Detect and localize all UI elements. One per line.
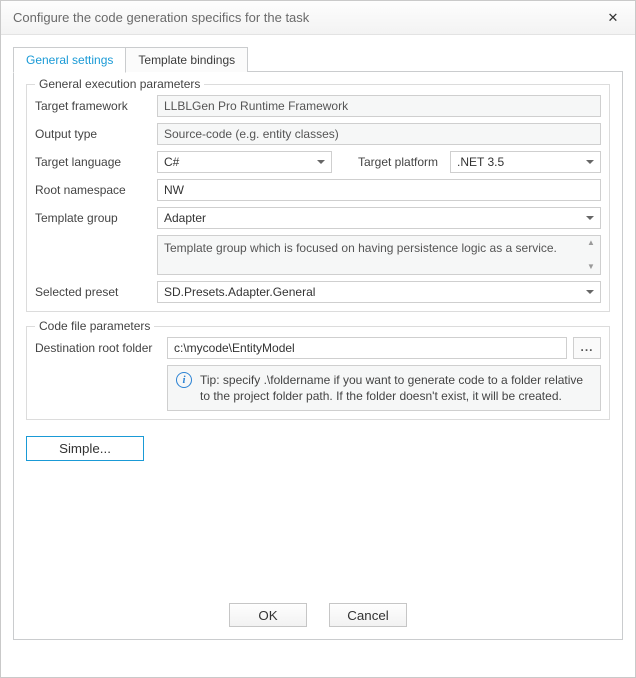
simple-button[interactable]: Simple... [26, 436, 144, 461]
label-target-platform: Target platform [338, 155, 444, 169]
target-language-dropdown[interactable]: C# [157, 151, 332, 173]
template-group-value: Adapter [164, 211, 582, 225]
tip-box: i Tip: specify .\foldername if you want … [167, 365, 601, 411]
label-selected-preset: Selected preset [35, 285, 157, 299]
tab-template-bindings[interactable]: Template bindings [125, 47, 248, 72]
label-destination-folder: Destination root folder [35, 341, 167, 355]
label-template-group: Template group [35, 211, 157, 225]
group-legend-exec: General execution parameters [35, 77, 204, 91]
browse-button[interactable]: ... [573, 337, 601, 359]
title-bar: Configure the code generation specifics … [1, 1, 635, 35]
dialog-footer: OK Cancel [14, 603, 622, 627]
destination-folder-input[interactable]: c:\mycode\EntityModel [167, 337, 567, 359]
chevron-up-icon: ▲ [587, 239, 595, 247]
root-namespace-input[interactable]: NW [157, 179, 601, 201]
tab-panel: General execution parameters Target fram… [13, 72, 623, 640]
template-group-description: Template group which is focused on havin… [157, 235, 601, 275]
group-legend-file: Code file parameters [35, 319, 154, 333]
target-language-value: C# [164, 155, 313, 169]
output-type-field: Source-code (e.g. entity classes) [157, 123, 601, 145]
chevron-down-icon: ▼ [587, 263, 595, 271]
target-platform-value: .NET 3.5 [457, 155, 582, 169]
selected-preset-dropdown[interactable]: SD.Presets.Adapter.General [157, 281, 601, 303]
ok-button[interactable]: OK [229, 603, 307, 627]
template-group-dropdown[interactable]: Adapter [157, 207, 601, 229]
info-icon: i [176, 372, 192, 388]
cancel-button[interactable]: Cancel [329, 603, 407, 627]
tip-text: Tip: specify .\foldername if you want to… [200, 372, 592, 404]
tab-bar: General settings Template bindings [13, 45, 623, 72]
label-target-framework: Target framework [35, 99, 157, 113]
label-target-language: Target language [35, 155, 157, 169]
target-platform-dropdown[interactable]: .NET 3.5 [450, 151, 601, 173]
tab-general-settings[interactable]: General settings [13, 47, 126, 73]
close-icon[interactable]: ✕ [601, 10, 625, 26]
label-root-namespace: Root namespace [35, 183, 157, 197]
window-title: Configure the code generation specifics … [13, 10, 601, 25]
template-group-description-text: Template group which is focused on havin… [164, 241, 557, 255]
label-output-type: Output type [35, 127, 157, 141]
scroll-indicator[interactable]: ▲▼ [585, 239, 597, 271]
group-general-execution: General execution parameters Target fram… [26, 84, 610, 312]
target-framework-field: LLBLGen Pro Runtime Framework [157, 95, 601, 117]
selected-preset-value: SD.Presets.Adapter.General [164, 285, 582, 299]
group-code-file: Code file parameters Destination root fo… [26, 326, 610, 420]
